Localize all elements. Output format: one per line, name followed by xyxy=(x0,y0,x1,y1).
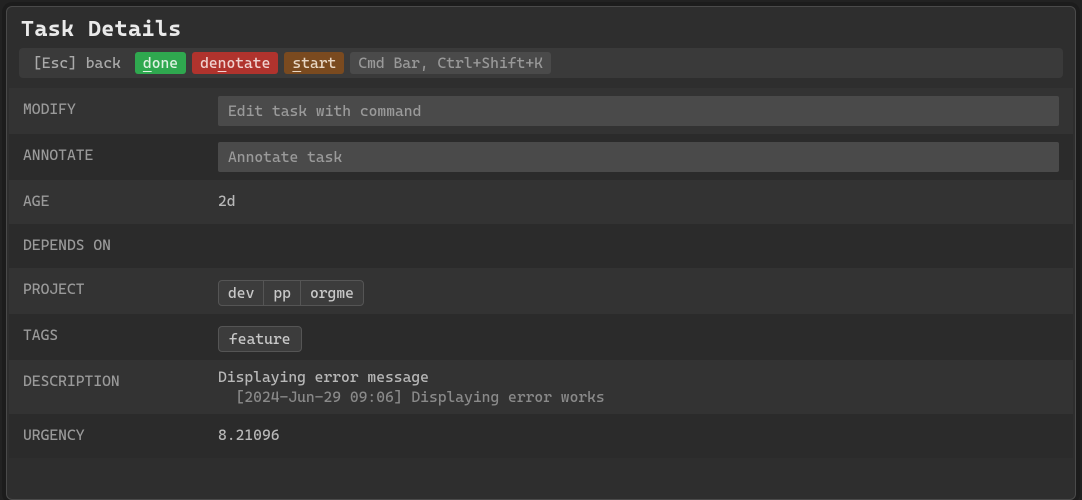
fields-list: MODIFY ANNOTATE AGE 2d DEPENDS ON PROJEC… xyxy=(7,88,1075,499)
project-crumb[interactable]: dev xyxy=(219,281,264,305)
annotate-row: ANNOTATE xyxy=(9,134,1073,180)
done-button[interactable]: done xyxy=(135,52,186,74)
depends-row: DEPENDS ON xyxy=(9,224,1073,268)
urgency-label: URGENCY xyxy=(23,422,218,444)
task-details-modal: Task Details [Esc] back done denotate st… xyxy=(6,6,1076,500)
project-breadcrumb[interactable]: dev pp orgme xyxy=(218,280,364,306)
age-row: AGE 2d xyxy=(9,180,1073,224)
esc-back-hint[interactable]: [Esc] back xyxy=(25,52,129,74)
age-label: AGE xyxy=(23,188,218,210)
annotate-label: ANNOTATE xyxy=(23,142,218,164)
tags-row: TAGS feature xyxy=(9,314,1073,360)
tag-chip[interactable]: feature xyxy=(218,326,302,352)
description-text: Displaying error message xyxy=(218,368,1059,386)
description-annotation: [2024-Jun-29 09:06] Displaying error wor… xyxy=(218,388,1059,406)
modal-title: Task Details xyxy=(7,7,1075,48)
age-value: 2d xyxy=(218,188,1059,210)
annotate-input[interactable] xyxy=(218,142,1059,172)
depends-value xyxy=(218,232,1059,236)
denotate-button[interactable]: denotate xyxy=(192,52,278,74)
description-label: DESCRIPTION xyxy=(23,368,218,390)
tags-label: TAGS xyxy=(23,322,218,344)
project-crumb[interactable]: orgme xyxy=(301,281,363,305)
project-crumb[interactable]: pp xyxy=(264,281,301,305)
depends-label: DEPENDS ON xyxy=(23,232,218,254)
urgency-row: URGENCY 8.21096 xyxy=(9,414,1073,458)
urgency-value: 8.21096 xyxy=(218,422,1059,444)
start-button[interactable]: start xyxy=(284,52,344,74)
modify-row: MODIFY xyxy=(9,88,1073,134)
modify-label: MODIFY xyxy=(23,96,218,118)
project-row: PROJECT dev pp orgme xyxy=(9,268,1073,314)
modify-input[interactable] xyxy=(218,96,1059,126)
cmdbar-hint[interactable]: Cmd Bar, Ctrl+Shift+K xyxy=(350,52,551,74)
command-bar: [Esc] back done denotate start Cmd Bar, … xyxy=(19,48,1063,78)
project-label: PROJECT xyxy=(23,276,218,298)
description-row: DESCRIPTION Displaying error message [20… xyxy=(9,360,1073,414)
